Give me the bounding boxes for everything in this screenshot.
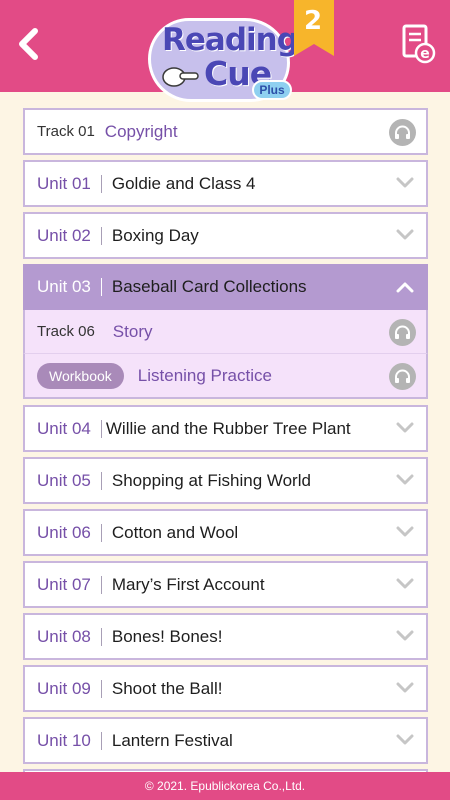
divider bbox=[100, 226, 102, 245]
chevron-up-icon bbox=[396, 282, 414, 293]
play-audio-button[interactable] bbox=[389, 319, 416, 346]
unit-row[interactable]: Unit 07 Mary’s First Account bbox=[23, 561, 428, 608]
ebook-icon: e bbox=[402, 24, 436, 64]
headphones-icon bbox=[395, 369, 410, 383]
unit-title: Baseball Card Collections bbox=[111, 277, 307, 296]
unit-row[interactable]: Unit 09 Shoot the Ball! bbox=[23, 665, 428, 712]
unit-number: Unit 05 bbox=[37, 470, 91, 490]
chevron-down-icon bbox=[396, 526, 414, 537]
unit-number: Unit 04 bbox=[37, 418, 91, 438]
chevron-down-icon bbox=[396, 578, 414, 589]
unit-number: Unit 10 bbox=[37, 730, 91, 750]
track-number: Track 06 bbox=[37, 323, 95, 340]
unit-row[interactable]: Unit 08 Bones! Bones! bbox=[23, 613, 428, 660]
chevron-down-icon bbox=[396, 474, 414, 485]
play-audio-button[interactable] bbox=[389, 119, 416, 146]
headphones-icon bbox=[395, 325, 410, 339]
unit-title: Cotton and Wool bbox=[111, 522, 239, 542]
track-number: Track 01 bbox=[37, 123, 95, 140]
copyright-footer: © 2021. Epublickorea Co.,Ltd. bbox=[0, 772, 450, 800]
unit-title: Boxing Day bbox=[111, 225, 199, 245]
unit-title: Shopping at Fishing World bbox=[111, 470, 311, 490]
play-audio-button[interactable] bbox=[389, 363, 416, 390]
unit-title: Mary’s First Account bbox=[111, 574, 265, 594]
pointing-hand-icon bbox=[162, 67, 199, 87]
unit-number: Unit 07 bbox=[37, 574, 91, 594]
unit-row[interactable]: Unit 05 Shopping at Fishing World bbox=[23, 457, 428, 504]
divider bbox=[100, 627, 102, 646]
unit-row[interactable]: Unit 02 Boxing Day bbox=[23, 212, 428, 259]
divider bbox=[100, 471, 102, 490]
unit-number: Unit 08 bbox=[37, 626, 91, 646]
unit-number: Unit 03 bbox=[37, 277, 91, 296]
svg-text:e: e bbox=[420, 46, 430, 62]
unit-number: Unit 02 bbox=[37, 225, 91, 245]
level-number: 2 bbox=[303, 6, 323, 36]
story-track-row[interactable]: Track 06 Story bbox=[23, 310, 428, 354]
unit-title: Shoot the Ball! bbox=[111, 678, 223, 698]
level-badge: 2 bbox=[294, 0, 336, 58]
workbook-track-row[interactable]: Workbook Listening Practice bbox=[23, 354, 428, 399]
chevron-down-icon bbox=[396, 734, 414, 745]
track-title: Copyright bbox=[104, 121, 178, 141]
unit-row-expanded[interactable]: Unit 03 Baseball Card Collections bbox=[23, 264, 428, 310]
unit-title: Lantern Festival bbox=[111, 730, 233, 750]
headphones-icon bbox=[395, 125, 410, 139]
reading-cue-logo: Reading Cue Plus bbox=[148, 4, 299, 102]
unit-number: Unit 01 bbox=[37, 173, 91, 193]
chevron-down-icon bbox=[396, 229, 414, 240]
logo-title-line1: Reading bbox=[162, 22, 299, 58]
unit-row[interactable]: Unit 06 Cotton and Wool bbox=[23, 509, 428, 556]
unit-title: Goldie and Class 4 bbox=[111, 173, 256, 193]
unit-row[interactable]: Unit 04 Willie and the Rubber Tree Plant bbox=[23, 405, 428, 452]
unit-title: Willie and the Rubber Tree Plant bbox=[105, 418, 351, 438]
track-title: Story bbox=[112, 321, 153, 341]
divider bbox=[100, 174, 102, 193]
unit-title: Bones! Bones! bbox=[111, 626, 223, 646]
unit-row[interactable]: Unit 01 Goldie and Class 4 bbox=[23, 160, 428, 207]
track-title: Listening Practice bbox=[137, 365, 272, 385]
divider bbox=[100, 419, 102, 438]
copyright-track-row[interactable]: Track 01 Copyright bbox=[23, 108, 428, 155]
chevron-down-icon bbox=[396, 422, 414, 433]
divider bbox=[100, 679, 102, 698]
unit-number: Unit 09 bbox=[37, 678, 91, 698]
chevron-left-icon bbox=[19, 28, 38, 60]
chevron-down-icon bbox=[396, 177, 414, 188]
back-button[interactable] bbox=[8, 22, 48, 66]
unit-row[interactable]: Unit 10 Lantern Festival bbox=[23, 717, 428, 764]
divider bbox=[100, 575, 102, 594]
chevron-down-icon bbox=[396, 682, 414, 693]
divider bbox=[100, 278, 102, 296]
divider bbox=[100, 731, 102, 750]
app-header: Reading Cue Plus 2 e bbox=[0, 0, 450, 102]
chevron-down-icon bbox=[396, 630, 414, 641]
unit-number: Unit 06 bbox=[37, 522, 91, 542]
divider bbox=[100, 523, 102, 542]
ebook-button[interactable]: e bbox=[400, 24, 440, 66]
logo-plus-badge: Plus bbox=[252, 80, 292, 100]
workbook-tag: Workbook bbox=[37, 362, 124, 389]
